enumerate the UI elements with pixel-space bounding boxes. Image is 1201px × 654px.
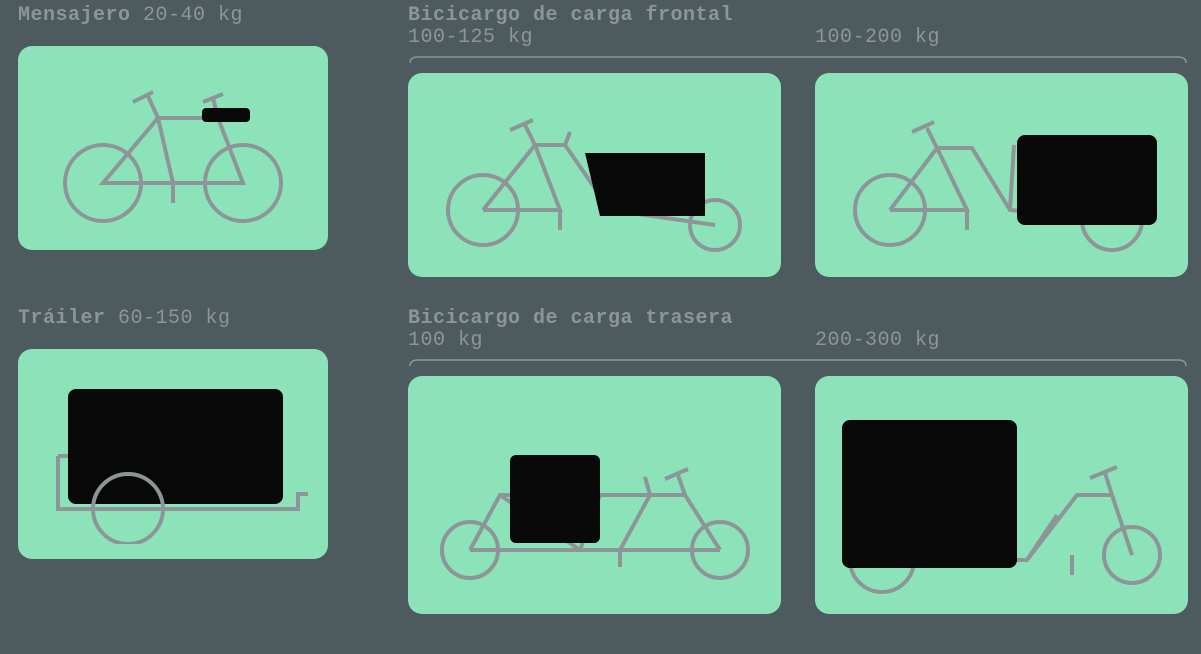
trailer-icon [33, 364, 313, 544]
courier-weight: 20-40 kg [143, 4, 243, 27]
front-small-bike-icon [425, 90, 765, 260]
rear-weight-1: 100 kg [408, 330, 815, 352]
group-courier: Mensajero 20-40 kg [18, 4, 358, 277]
group-trailer: Tráiler 60-150 kg [18, 307, 358, 614]
courier-title: Mensajero [18, 4, 131, 27]
courier-bike-icon [48, 68, 298, 228]
rear-title: Bicicargo de carga trasera [408, 307, 733, 330]
card-rear-small [408, 376, 781, 614]
front-weight-2: 100-200 kg [815, 27, 940, 49]
rear-small-bike-icon [420, 395, 770, 595]
trailer-title: Tráiler [18, 307, 106, 330]
rear-large-bike-icon [822, 385, 1182, 605]
rear-weight-2: 200-300 kg [815, 330, 940, 352]
card-trailer [18, 349, 328, 559]
front-title: Bicicargo de carga frontal [408, 4, 733, 27]
front-weight-1: 100-125 kg [408, 27, 815, 49]
card-front-large [815, 73, 1188, 277]
front-bracket-icon [408, 53, 1188, 63]
rear-bracket-icon [408, 356, 1188, 366]
group-front-cargo: Bicicargo de carga frontal 100-125 kg 10… [408, 4, 1188, 277]
trailer-weight: 60-150 kg [118, 307, 231, 330]
card-front-small [408, 73, 781, 277]
front-large-bike-icon [832, 90, 1172, 260]
card-rear-large [815, 376, 1188, 614]
group-rear-cargo: Bicicargo de carga trasera 100 kg 200-30… [408, 307, 1188, 614]
card-courier [18, 46, 328, 250]
